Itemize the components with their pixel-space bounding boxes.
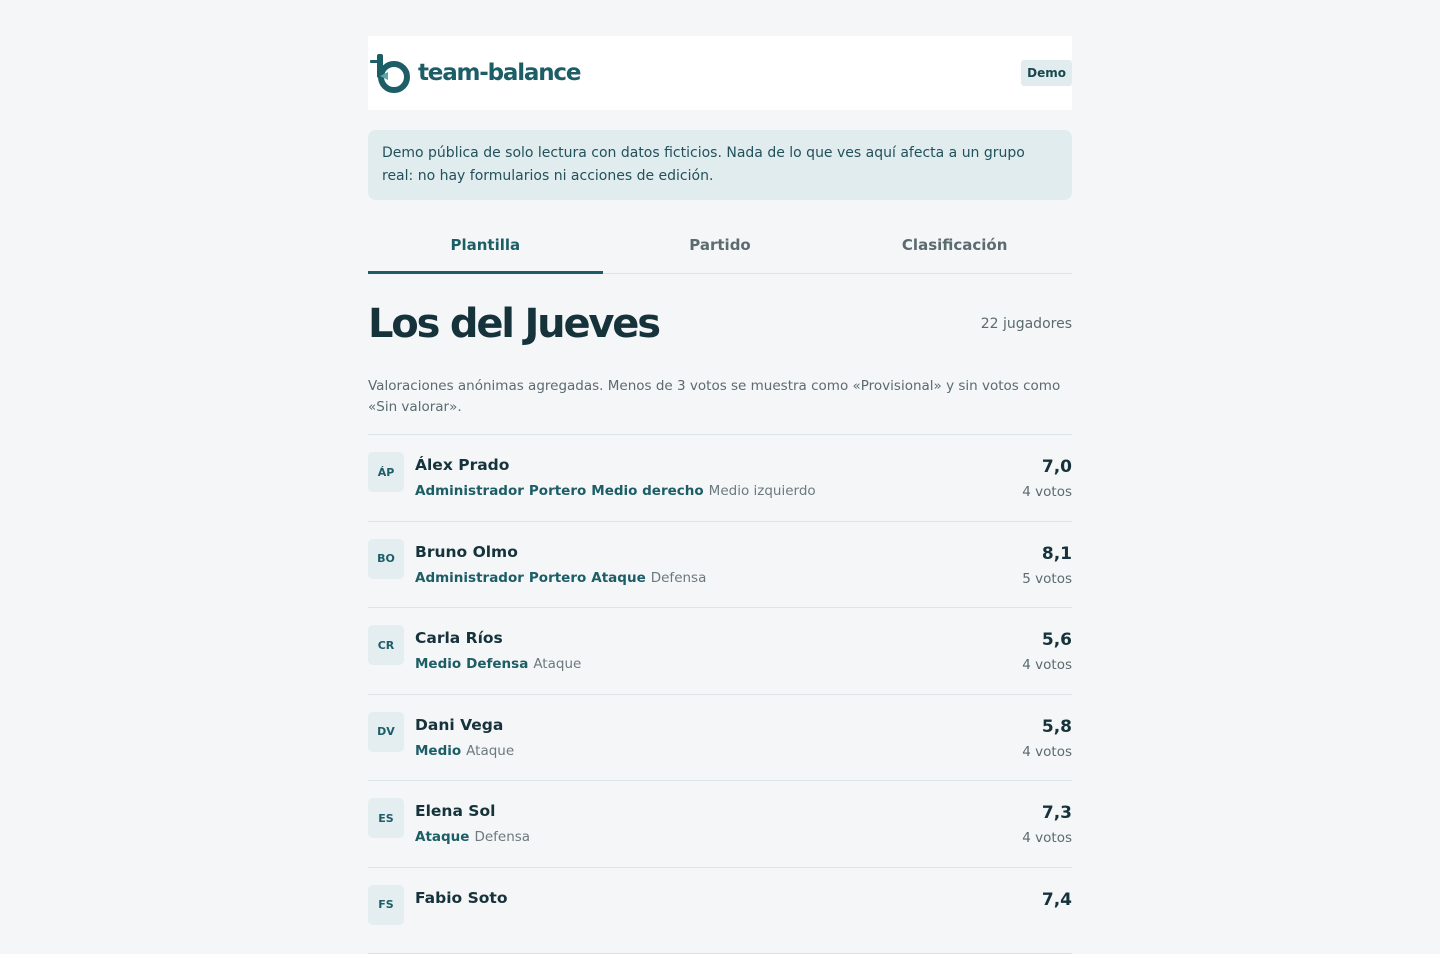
player-tags: Ataque Defensa	[415, 826, 1022, 848]
rating-value: 8,1	[1022, 541, 1072, 567]
tag-primary: Medio	[415, 743, 461, 759]
page-title: Los del Jueves	[368, 301, 659, 347]
avatar: ÁP	[368, 452, 404, 492]
avatar: FS	[368, 885, 404, 925]
rating-value: 7,3	[1022, 800, 1072, 826]
player-score: 5,64 votos	[1022, 625, 1072, 677]
team-balance-logo-icon	[368, 50, 414, 96]
player-score: 8,15 votos	[1022, 539, 1072, 591]
tag-primary: Administrador	[415, 483, 524, 499]
vote-count: 5 votos	[1022, 567, 1072, 591]
player-name: Álex Prado	[415, 452, 1022, 478]
vote-count: 4 votos	[1022, 653, 1072, 677]
tag-primary: Defensa	[466, 656, 528, 672]
top-bar: team-balance Demo	[368, 36, 1072, 110]
rating-value: 7,0	[1022, 454, 1072, 480]
player-info: Dani Vega Medio Ataque	[415, 712, 1022, 762]
tag-primary: Medio derecho	[591, 483, 703, 499]
avatar: ES	[368, 798, 404, 838]
player-row[interactable]: FS Fabio Soto7,4	[368, 868, 1072, 954]
player-name: Elena Sol	[415, 798, 1022, 824]
player-info: Bruno Olmo Administrador Portero Ataque Defe…	[415, 539, 1022, 589]
avatar: CR	[368, 625, 404, 665]
ratings-description: Valoraciones anónimas agregadas. Menos d…	[368, 376, 1072, 435]
player-name: Dani Vega	[415, 712, 1022, 738]
player-name: Bruno Olmo	[415, 539, 1022, 565]
player-row[interactable]: ES Elena Sol Ataque Defensa 7,34 votos	[368, 781, 1072, 868]
player-name: Carla Ríos	[415, 625, 1022, 651]
player-info: Carla Ríos Medio Defensa Ataque	[415, 625, 1022, 675]
tab-partido[interactable]: Partido	[603, 222, 838, 273]
demo-badge: Demo	[1021, 60, 1072, 86]
avatar: DV	[368, 712, 404, 752]
tag-secondary: Defensa	[474, 829, 530, 845]
tag-primary: Administrador	[415, 570, 524, 586]
player-count: 22 jugadores	[981, 316, 1072, 332]
tag-secondary: Defensa	[651, 570, 707, 586]
player-row[interactable]: ÁP Álex Prado Administrador Portero Medio de…	[368, 435, 1072, 522]
player-tags: Administrador Portero Medio derecho Medio i…	[415, 480, 1022, 502]
tag-primary: Portero	[529, 483, 586, 499]
tag-primary: Medio	[415, 656, 461, 672]
tag-secondary: Ataque	[533, 656, 581, 672]
tag-secondary: Ataque	[466, 743, 514, 759]
player-row[interactable]: DV Dani Vega Medio Ataque 5,84 votos	[368, 695, 1072, 782]
brand-logo[interactable]: team-balance	[368, 50, 580, 96]
player-tags: Medio Ataque	[415, 740, 1022, 762]
tab-plantilla[interactable]: Plantilla	[368, 222, 603, 273]
player-list: ÁP Álex Prado Administrador Portero Medio de…	[368, 435, 1072, 954]
avatar: BO	[368, 539, 404, 579]
vote-count: 4 votos	[1022, 740, 1072, 764]
tab-clasificacion[interactable]: Clasificación	[837, 222, 1072, 273]
vote-count: 4 votos	[1022, 826, 1072, 850]
rating-value: 5,6	[1022, 627, 1072, 653]
rating-value: 5,8	[1022, 714, 1072, 740]
tag-primary: Ataque	[415, 829, 469, 845]
tag-secondary: Medio izquierdo	[709, 483, 816, 499]
demo-notice: Demo pública de solo lectura con datos f…	[368, 130, 1072, 200]
player-score: 7,04 votos	[1022, 452, 1072, 504]
player-score: 7,4	[1042, 885, 1072, 913]
vote-count: 4 votos	[1022, 480, 1072, 504]
player-name: Fabio Soto	[415, 885, 1042, 911]
tab-bar: Plantilla Partido Clasificación	[368, 222, 1072, 274]
player-tags: Medio Defensa Ataque	[415, 653, 1022, 675]
brand-name: team-balance	[418, 60, 580, 86]
player-score: 5,84 votos	[1022, 712, 1072, 764]
player-info: Fabio Soto	[415, 885, 1042, 913]
player-info: Álex Prado Administrador Portero Medio dere…	[415, 452, 1022, 502]
player-row[interactable]: CR Carla Ríos Medio Defensa Ataque 5,64 votos	[368, 608, 1072, 695]
player-score: 7,34 votos	[1022, 798, 1072, 850]
page: team-balance Demo Demo pública de solo l…	[368, 36, 1072, 954]
player-info: Elena Sol Ataque Defensa	[415, 798, 1022, 848]
group-header: Los del Jueves 22 jugadores	[368, 298, 1072, 350]
player-row[interactable]: BO Bruno Olmo Administrador Portero Ataque De…	[368, 522, 1072, 609]
tag-primary: Portero	[529, 570, 586, 586]
tag-primary: Ataque	[591, 570, 645, 586]
player-tags: Administrador Portero Ataque Defensa	[415, 567, 1022, 589]
